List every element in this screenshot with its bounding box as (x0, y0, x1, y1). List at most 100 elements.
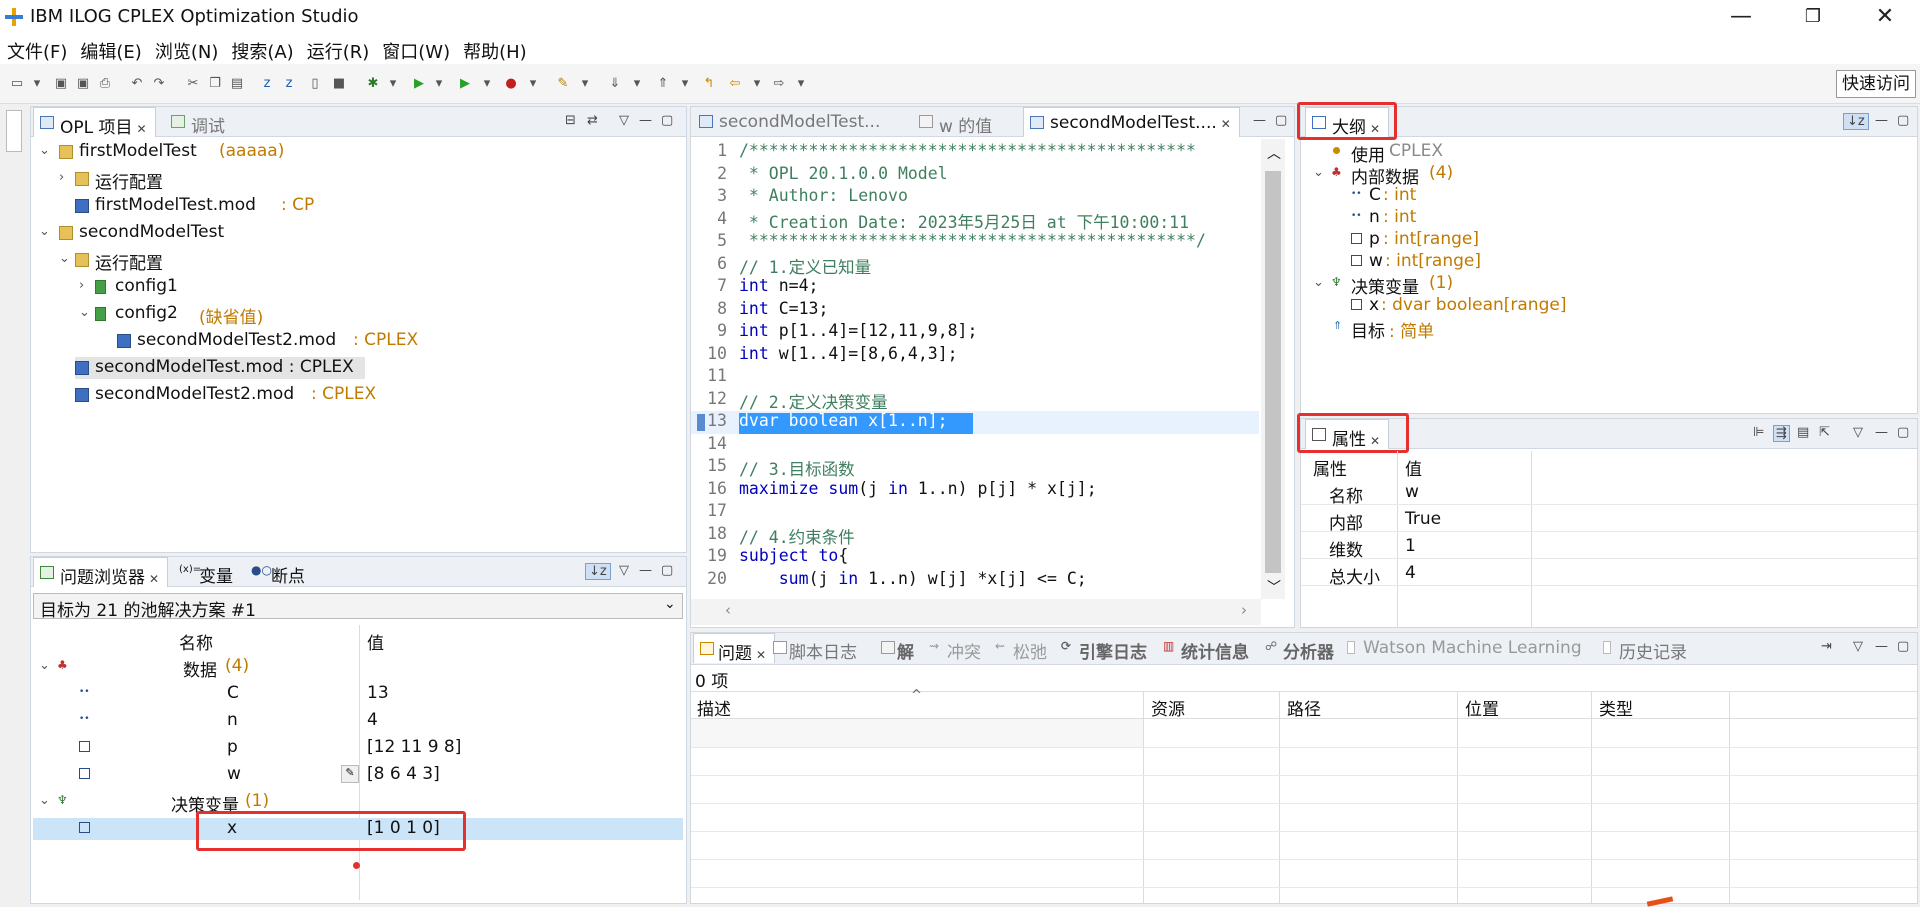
chevron-down-icon[interactable]: ▾ (676, 75, 694, 93)
chevron-right-icon[interactable]: › (59, 170, 64, 185)
scroll-right-icon[interactable]: › (1241, 601, 1247, 619)
scroll-up-icon[interactable]: ︿ (1267, 143, 1281, 163)
chevron-down-icon[interactable]: ⌄ (79, 305, 90, 320)
close-button[interactable]: ✕ (1856, 0, 1914, 34)
column-header-type[interactable]: 类型 (1599, 695, 1633, 720)
maximize-icon[interactable]: ▢ (1897, 639, 1909, 654)
link-editor-icon[interactable]: ⇄ (587, 113, 598, 128)
chevron-down-icon[interactable]: ⌄ (39, 793, 50, 808)
columns-icon[interactable]: ▯ (306, 75, 324, 93)
close-icon[interactable]: ✕ (137, 122, 147, 136)
code-line[interactable]: * Creation Date: 2023年5月25日 at 下午10:00:1… (739, 209, 1189, 233)
menu-browse[interactable]: 浏览(N) (148, 34, 225, 64)
table-row[interactable]: •• C 13 (39, 683, 679, 705)
code-line[interactable]: sum(j in 1..n) w[j] *x[j] <= C; (739, 569, 1087, 588)
chevron-down-icon[interactable]: ▾ (748, 75, 766, 93)
table-row[interactable]: w ✎ [8 6 4 3] (39, 764, 679, 786)
maximize-icon[interactable]: ▢ (1275, 113, 1287, 128)
sort-icon[interactable]: ↓z (1843, 113, 1869, 130)
view-menu-icon[interactable]: ▽ (1853, 639, 1863, 654)
categories-icon[interactable]: ⊫ (1753, 425, 1764, 440)
chevron-down-icon[interactable]: ▾ (628, 75, 646, 93)
code-line[interactable]: int n=4; (739, 276, 818, 295)
minimize-icon[interactable]: — (1875, 425, 1888, 440)
tree-row-decision-vars[interactable]: ⌄ ♆ 决策变量 (1) (39, 791, 679, 816)
chevron-down-icon[interactable]: ▾ (576, 75, 594, 93)
chevron-down-icon[interactable]: ▾ (792, 75, 810, 93)
tab-solutions[interactable]: 解 (877, 633, 922, 663)
tab-statistics[interactable]: ▥ 统计信息 (1161, 633, 1257, 663)
print-icon[interactable]: ⎙ (96, 75, 114, 93)
back-icon[interactable]: ⇦ (726, 75, 744, 93)
copy-icon[interactable]: ❐ (206, 75, 224, 93)
maximize-icon[interactable]: ▢ (661, 563, 673, 578)
column-header-property[interactable]: 属性 (1313, 455, 1347, 480)
pin-icon[interactable]: ⇱ (1819, 425, 1830, 440)
tab-opl-projects[interactable]: OPL 项目 ✕ (33, 107, 156, 138)
menu-help[interactable]: 帮助(H) (456, 34, 533, 64)
chevron-down-icon[interactable]: ⌄ (39, 658, 50, 673)
minimize-icon[interactable]: — (1875, 113, 1888, 128)
stop-icon[interactable]: ■ (330, 75, 348, 93)
forward-icon[interactable]: ⇨ (770, 75, 788, 93)
code-line[interactable]: int C=13; (739, 299, 828, 318)
code-line[interactable]: maximize sum(j in 1..n) p[j] * x[j]; (739, 479, 1097, 498)
chevron-down-icon[interactable]: ▾ (384, 75, 402, 93)
chevron-right-icon[interactable]: › (79, 278, 84, 293)
code-line[interactable]: subject to{ (739, 546, 848, 565)
save-icon[interactable]: ▣ (52, 75, 70, 93)
menu-file[interactable]: 文件(F) (0, 34, 73, 64)
column-header-resource[interactable]: 资源 (1151, 695, 1185, 720)
column-header-path[interactable]: 路径 (1287, 695, 1321, 720)
scroll-left-icon[interactable]: ‹ (725, 601, 731, 619)
minimize-icon[interactable]: — (639, 113, 652, 128)
tab-watson-ml[interactable]: Watson Machine Learning (1343, 633, 1590, 663)
chevron-down-icon[interactable]: ⌄ (39, 224, 50, 239)
close-icon[interactable]: ✕ (149, 572, 159, 586)
maximize-icon[interactable]: ▢ (1897, 425, 1909, 440)
tab-variables[interactable]: (x)= 变量 (173, 557, 241, 587)
minimized-view-bar[interactable] (6, 110, 22, 152)
column-header-description[interactable]: 描述 (697, 695, 731, 720)
zoom-out-icon[interactable]: z (280, 75, 298, 93)
tab-conflicts[interactable]: ⇝ 冲突 (927, 633, 989, 663)
close-icon[interactable]: ✕ (1221, 117, 1231, 131)
code-line[interactable]: int p[1..4]=[12,11,9,8]; (739, 321, 977, 340)
filter-icon[interactable]: ⇶ (1773, 425, 1790, 442)
chevron-down-icon[interactable]: ▾ (430, 75, 448, 93)
horizontal-scrollbar[interactable]: ‹ › (691, 599, 1261, 625)
column-header-name[interactable]: 名称 (179, 629, 213, 654)
code-line[interactable]: ****************************************… (739, 231, 1206, 250)
table-row[interactable]: p [12 11 9 8] (39, 737, 679, 759)
chevron-down-icon[interactable]: ⌄ (59, 251, 70, 266)
view-menu-icon[interactable]: ▽ (619, 563, 629, 578)
wand-icon[interactable]: ✎ (554, 75, 572, 93)
tree-item-secondmodeltest-mod[interactable]: secondModelTest.mod : CPLEX (75, 357, 365, 379)
last-edit-icon[interactable]: ↰ (700, 75, 718, 93)
save-all-icon[interactable]: ▣ (74, 75, 92, 93)
prev-annotation-icon[interactable]: ⇑ (654, 75, 672, 93)
tab-problems[interactable]: 问题 ✕ (693, 633, 776, 664)
table-row[interactable]: •• n 4 (39, 710, 679, 732)
run-config-icon[interactable]: ▶ (456, 75, 474, 93)
code-line[interactable]: // 4.约束条件 (739, 524, 855, 548)
zoom-in-icon[interactable]: z (258, 75, 276, 93)
code-line[interactable]: // 1.定义已知量 (739, 254, 871, 278)
column-header-location[interactable]: 位置 (1465, 695, 1499, 720)
chevron-down-icon[interactable]: ⌄ (1313, 165, 1324, 180)
code-line[interactable]: int w[1..4]=[8,6,4,3]; (739, 344, 958, 363)
external-tool-icon[interactable]: ● (502, 75, 520, 93)
code-line[interactable]: /***************************************… (739, 141, 1196, 160)
tab-editor-w-value[interactable]: w 的值 (913, 107, 1000, 137)
tab-editor-secondmodeltest-2[interactable]: secondModelTest.... ✕ (1023, 107, 1240, 137)
code-line[interactable]: // 3.目标函数 (739, 456, 855, 480)
close-icon[interactable]: ✕ (756, 648, 766, 662)
chevron-down-icon[interactable]: ⌄ (1313, 275, 1324, 290)
code-line[interactable]: dvar boolean x[1..n]; (739, 411, 948, 430)
scroll-down-icon[interactable]: ﹀ (1267, 577, 1281, 597)
tab-problem-browser[interactable]: 问题浏览器 ✕ (33, 557, 169, 588)
tree-row-data[interactable]: ⌄ ♣ 数据 (4) (39, 656, 679, 681)
menu-run[interactable]: 运行(R) (300, 34, 376, 64)
menu-search[interactable]: 搜索(A) (224, 34, 299, 64)
code-line[interactable]: * Author: Lenovo (739, 186, 908, 205)
